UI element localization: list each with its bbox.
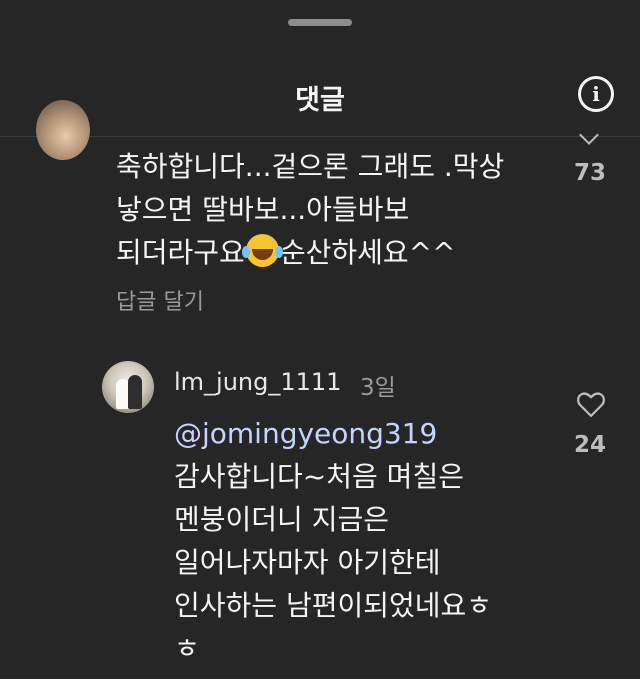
like-count: 24 (573, 432, 606, 458)
laughing-tears-emoji-icon (241, 234, 279, 267)
like-count: 73 (573, 160, 606, 186)
avatar[interactable] (102, 361, 154, 413)
timestamp: 3일 (360, 375, 396, 401)
comment-line-part: 순산하세요^^ (279, 236, 456, 269)
reply-button[interactable]: 답글 달기 (116, 284, 204, 316)
comment-line: 감사합니다~처음 며칠은 (174, 460, 464, 493)
sheet-header: 댓글 i (0, 56, 640, 137)
info-icon[interactable]: i (578, 76, 614, 112)
heart-icon[interactable] (576, 390, 606, 418)
mention-link[interactable]: @jomingyeong319 (174, 412, 492, 455)
comment-line: 되더라구요 순산하세요^^ (116, 231, 504, 274)
comment-line-part: 되더라구요 (116, 236, 245, 269)
comment-text: 축하합니다...겉으론 그래도 .막상낳으면 딸바보...아들바보되더라구요 순산… (116, 145, 504, 274)
drag-handle[interactable] (288, 19, 352, 26)
reply-text: @jomingyeong319 감사합니다~처음 며칠은멘붕이더니 지금은일어나자… (174, 412, 492, 670)
comment-line: 축하합니다...겉으론 그래도 .막상 (116, 150, 505, 183)
comment-line: 멘붕이더니 지금은 (174, 503, 389, 536)
page-title: 댓글 (295, 85, 345, 116)
comment-line: ㅎ (174, 632, 200, 665)
comment-line: 인사하는 남편이되었네요ㅎ (174, 589, 493, 622)
avatar[interactable] (36, 100, 90, 160)
comment-line: 일어나자마자 아기한테 (174, 546, 441, 579)
username[interactable]: lm_jung_1111 (174, 368, 341, 396)
comments-sheet: 댓글 i 73 축하합니다...겉으론 그래도 .막상낳으면 딸바보...아들바… (0, 0, 640, 679)
comment-line: 낳으면 딸바보...아들바보 (116, 193, 410, 226)
